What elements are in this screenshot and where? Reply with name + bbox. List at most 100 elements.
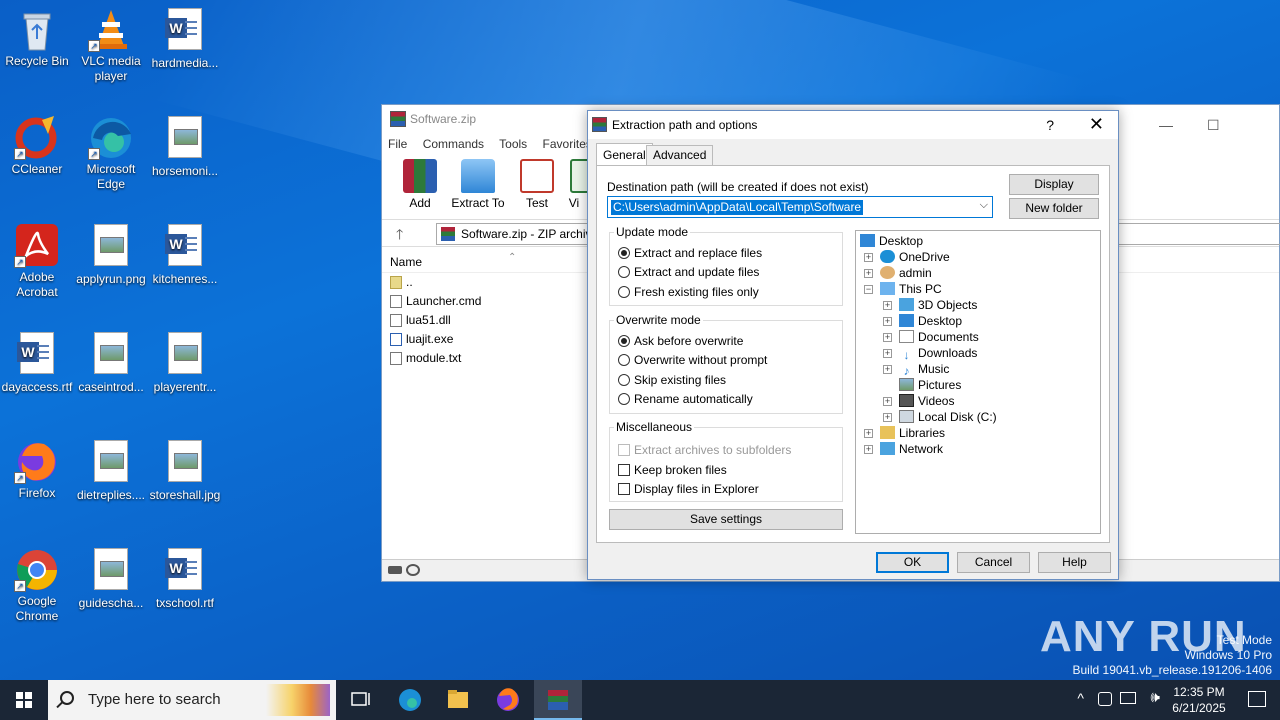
minimize-icon[interactable]: — [1159, 111, 1173, 139]
taskbar-firefox[interactable] [484, 680, 532, 720]
desktop-icon-label: playerentr... [153, 380, 217, 394]
text-file-icon [390, 352, 402, 365]
radio-extract-replace[interactable]: Extract and replace files [618, 245, 762, 261]
close-icon[interactable]: ✕ [1089, 110, 1104, 138]
add-button[interactable]: Add [390, 157, 450, 210]
taskbar-edge[interactable] [386, 680, 434, 720]
tree-item-libraries[interactable]: + Libraries [864, 425, 945, 441]
view-button[interactable]: Vi [560, 157, 588, 210]
tree-item-music[interactable]: + ♪ Music [883, 361, 949, 378]
list-item[interactable]: .. [388, 273, 481, 292]
list-item[interactable]: Launcher.cmd [388, 292, 481, 311]
new-folder-button[interactable]: New folder [1009, 198, 1099, 219]
desktop-icon-storeshall[interactable]: storeshall.jpg [148, 438, 222, 503]
desktop-icon-label: caseintrod... [78, 380, 144, 394]
menu-favorites[interactable]: Favorites [543, 137, 592, 151]
menu-tools[interactable]: Tools [499, 137, 527, 151]
dialog-titlebar[interactable]: Extraction path and options ? ✕ [588, 111, 1118, 139]
radio-skip-existing[interactable]: Skip existing files [618, 372, 726, 388]
test-button[interactable]: Test [507, 157, 567, 210]
checkbox-extract-to-subfolders[interactable]: Extract archives to subfolders [618, 442, 791, 458]
tree-item-downloads[interactable]: + ↓ Downloads [883, 345, 977, 362]
notification-icon[interactable] [1248, 691, 1266, 707]
taskbar-search-box[interactable]: Type here to search [48, 680, 336, 720]
image-file-icon [162, 440, 208, 486]
user-icon [880, 266, 895, 279]
save-settings-button[interactable]: Save settings [609, 509, 843, 530]
menu-commands[interactable]: Commands [423, 137, 484, 151]
desktop-icon-label: hardmedia... [151, 56, 219, 70]
dll-file-icon [390, 314, 402, 327]
list-item[interactable]: luajit.exe [388, 330, 481, 349]
folder-tree[interactable]: Desktop + OneDrive + admin − This PC +3D Ob… [855, 230, 1101, 534]
maximize-icon[interactable]: ☐ [1207, 111, 1220, 139]
tab-advanced[interactable]: Advanced [646, 145, 714, 165]
extract-to-button[interactable]: Extract To [448, 157, 508, 210]
firefox-icon [497, 688, 519, 711]
list-item[interactable]: lua51.dll [388, 311, 481, 330]
desktop-icon-label: applyrun.png [76, 272, 146, 286]
tree-item-this-pc[interactable]: − This PC [864, 281, 942, 297]
destination-path-combobox[interactable]: C:\Users\admin\AppData\Local\Temp\Softwa… [607, 196, 993, 218]
desktop-icon-horsemoni[interactable]: horsemoni... [148, 114, 222, 179]
cmd-file-icon [390, 295, 402, 308]
folder-icon [448, 690, 468, 708]
tree-item-videos[interactable]: + Videos [883, 393, 954, 409]
desktop-icon-txschool[interactable]: W txschool.rtf [148, 546, 222, 611]
network-icon[interactable] [1120, 692, 1136, 704]
up-arrow-icon[interactable]: 🡑 [396, 224, 403, 248]
tree-item-admin[interactable]: + admin [864, 265, 932, 281]
tree-item-desktop[interactable]: Desktop [860, 233, 923, 249]
menu-file[interactable]: File [388, 137, 407, 151]
radio-ask-before-overwrite[interactable]: Ask before overwrite [618, 333, 743, 349]
tree-item-desktop-folder[interactable]: + Desktop [883, 313, 962, 329]
task-view-button[interactable] [336, 680, 384, 720]
radio-fresh-existing[interactable]: Fresh existing files only [618, 284, 759, 300]
desktop-icon-label: dayaccess.rtf [1, 380, 73, 394]
chevron-up-icon[interactable]: ^ [1077, 690, 1084, 706]
desktop-icon-firefox[interactable]: ↗ Firefox [0, 438, 74, 501]
desktop-icon-dayaccess[interactable]: W dayaccess.rtf [0, 330, 74, 395]
desktop-icon-dietreplies[interactable]: dietreplies.... [74, 438, 148, 503]
list-item[interactable]: module.txt [388, 349, 481, 368]
desktop-icon-edge[interactable]: ↗ Microsoft Edge [74, 114, 148, 192]
tab-general[interactable]: General [596, 143, 653, 165]
desktop-icon-label: Recycle Bin [5, 54, 69, 68]
shortcut-arrow-icon: ↗ [14, 148, 26, 160]
desktop-icon-guidescha[interactable]: guidescha... [74, 546, 148, 611]
radio-extract-update[interactable]: Extract and update files [618, 264, 759, 280]
tree-item-pictures[interactable]: Pictures [899, 377, 961, 393]
taskbar-winrar[interactable] [534, 680, 582, 720]
desktop-icon-playerentr[interactable]: playerentr... [148, 330, 222, 395]
volume-icon[interactable]: 🕪 [1151, 689, 1160, 706]
tree-item-documents[interactable]: + Documents [883, 329, 979, 345]
desktop-icon-hardmedia[interactable]: W hardmedia... [148, 6, 222, 71]
desktop-icon-recycle-bin[interactable]: Recycle Bin [0, 6, 74, 69]
winrar-icon [548, 690, 568, 710]
desktop-icon-kitchenres[interactable]: W kitchenres... [148, 222, 222, 287]
tree-item-network[interactable]: + Network [864, 441, 943, 457]
desktop-icon-caseintrod[interactable]: caseintrod... [74, 330, 148, 395]
start-button[interactable] [0, 680, 48, 720]
tree-item-local-disk[interactable]: + Local Disk (C:) [883, 409, 997, 425]
checkbox-keep-broken-files[interactable]: Keep broken files [618, 462, 727, 478]
device-icon[interactable] [1098, 692, 1112, 706]
taskbar-clock[interactable]: 12:35 PM 6/21/2025 [1164, 684, 1234, 716]
help-icon[interactable]: ? [1046, 111, 1054, 139]
desktop-icon-acrobat[interactable]: ↗ Adobe Acrobat [0, 222, 74, 300]
desktop-icon-applyrun[interactable]: applyrun.png [74, 222, 148, 287]
ok-button[interactable]: OK [876, 552, 949, 573]
chevron-down-icon[interactable]: ⌵ [980, 199, 988, 212]
tree-item-3d-objects[interactable]: +3D Objects [883, 297, 977, 313]
desktop-icon-ccleaner[interactable]: ↗ CCleaner [0, 114, 74, 177]
radio-rename-automatically[interactable]: Rename automatically [618, 391, 753, 407]
checkbox-display-in-explorer[interactable]: Display files in Explorer [618, 481, 759, 497]
cancel-button[interactable]: Cancel [957, 552, 1030, 573]
tree-item-onedrive[interactable]: + OneDrive [864, 249, 950, 265]
desktop-icon-vlc[interactable]: ↗ VLC media player [74, 6, 148, 84]
taskbar-file-explorer[interactable] [434, 680, 482, 720]
help-button[interactable]: Help [1038, 552, 1111, 573]
display-button[interactable]: Display [1009, 174, 1099, 195]
desktop-icon-chrome[interactable]: ↗ Google Chrome [0, 546, 74, 624]
radio-overwrite-without-prompt[interactable]: Overwrite without prompt [618, 352, 767, 368]
